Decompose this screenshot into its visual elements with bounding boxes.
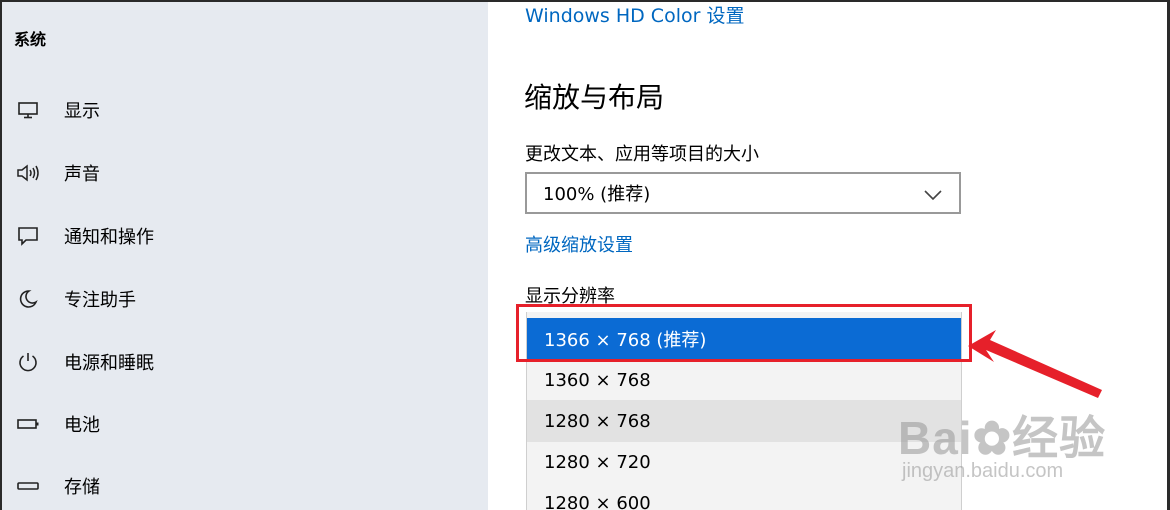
sidebar-item-label: 显示 — [64, 101, 100, 122]
resolution-option[interactable]: 1280 × 600 — [527, 482, 961, 510]
battery-icon — [14, 412, 42, 436]
resolution-option[interactable]: 1280 × 720 — [527, 441, 961, 483]
scale-dropdown[interactable]: 100% (推荐) — [525, 172, 961, 214]
settings-window: 系统 显示 声音 通知和操作 专注助手 电源和睡眠 电池 存储 Windows … — [0, 0, 1170, 510]
resolution-dropdown-list: 1366 × 768 (推荐) 1360 × 768 1280 × 768 12… — [526, 312, 962, 510]
moon-icon — [14, 287, 42, 311]
storage-icon — [14, 474, 42, 498]
resolution-option[interactable]: 1360 × 768 — [527, 359, 961, 401]
sidebar-item-label: 电源和睡眠 — [64, 353, 154, 374]
sidebar-item-power-sleep[interactable]: 电源和睡眠 — [2, 340, 488, 384]
main-panel: Windows HD Color 设置 缩放与布局 更改文本、应用等项目的大小 … — [488, 2, 1167, 510]
scale-value: 100% (推荐) — [543, 184, 651, 205]
section-title: 缩放与布局 — [524, 81, 665, 114]
resolution-option[interactable]: 1366 × 768 (推荐) — [527, 318, 961, 360]
sidebar-title: 系统 — [14, 30, 47, 49]
sidebar-item-label: 通知和操作 — [64, 227, 154, 248]
sidebar-item-label: 存储 — [64, 477, 100, 498]
notification-icon — [14, 224, 42, 248]
sidebar-item-label: 声音 — [64, 164, 100, 185]
sidebar-item-notifications[interactable]: 通知和操作 — [2, 214, 488, 258]
sidebar-item-label: 专注助手 — [64, 290, 136, 311]
chevron-down-icon — [923, 186, 943, 205]
hd-color-settings-link[interactable]: Windows HD Color 设置 — [525, 1, 744, 28]
sidebar-item-label: 电池 — [64, 415, 100, 436]
sidebar-item-display[interactable]: 显示 — [2, 88, 488, 132]
resolution-option[interactable]: 1280 × 768 — [527, 400, 961, 442]
paw-icon: ✿ — [972, 412, 1013, 464]
power-icon — [14, 350, 42, 374]
advanced-scaling-link[interactable]: 高级缩放设置 — [525, 231, 633, 257]
scale-label: 更改文本、应用等项目的大小 — [525, 144, 759, 165]
monitor-icon — [14, 98, 42, 122]
annotation-arrow-icon — [968, 330, 1102, 398]
sidebar-item-sound[interactable]: 声音 — [2, 151, 488, 195]
sidebar: 系统 显示 声音 通知和操作 专注助手 电源和睡眠 电池 存储 — [2, 2, 488, 510]
resolution-label: 显示分辨率 — [525, 286, 615, 307]
speaker-icon — [14, 161, 42, 185]
sidebar-item-battery[interactable]: 电池 — [2, 402, 488, 446]
sidebar-item-storage[interactable]: 存储 — [2, 464, 488, 508]
sidebar-item-focus-assist[interactable]: 专注助手 — [2, 277, 488, 321]
